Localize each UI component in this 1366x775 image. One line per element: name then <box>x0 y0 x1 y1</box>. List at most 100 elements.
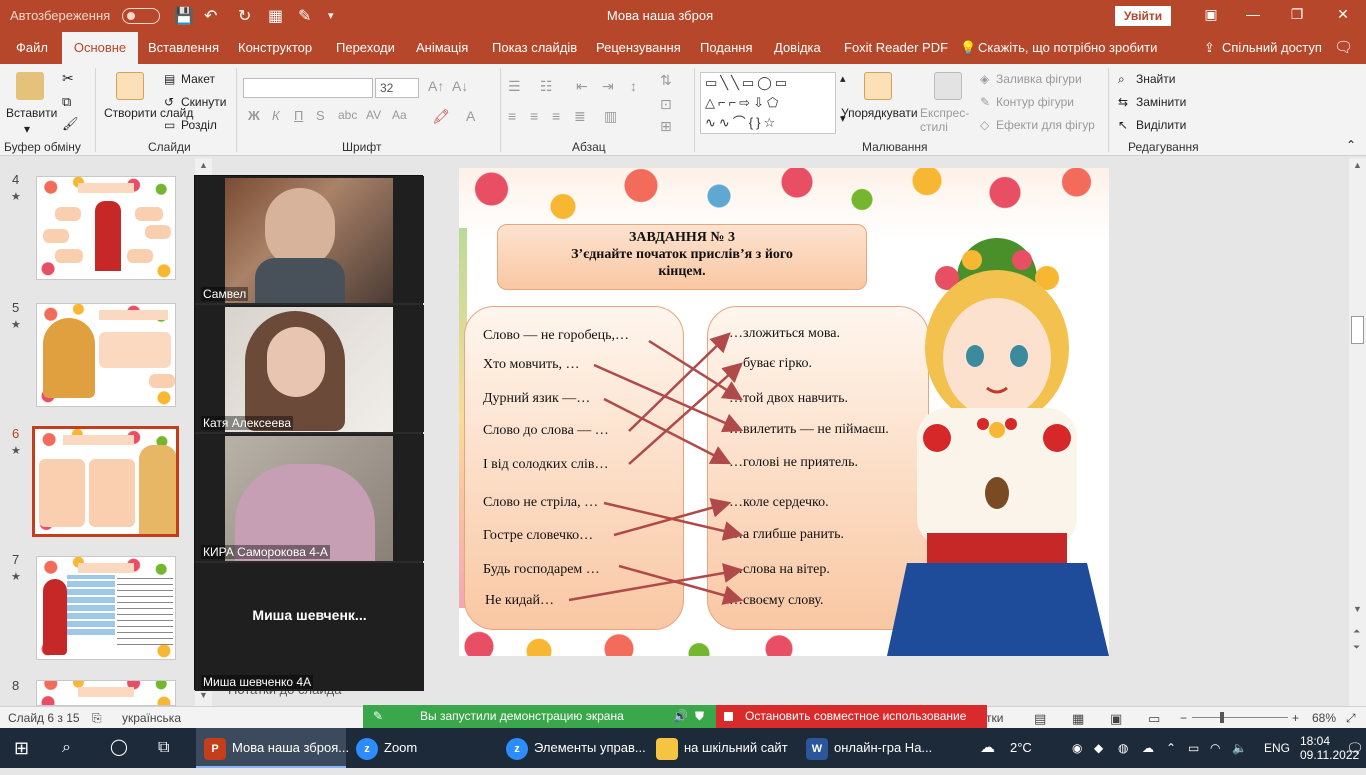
participant-tile-3[interactable]: КИРА Саморокова 4-А <box>195 434 424 561</box>
tab-insert[interactable]: Вставлення <box>144 32 223 64</box>
scroll-down-icon[interactable]: ▼ <box>1353 604 1362 614</box>
taskbar-word[interactable]: Wонлайн-гра На... <box>800 728 932 768</box>
scroll-down-icon[interactable]: ▼ <box>199 690 208 700</box>
autosave-toggle[interactable] <box>122 8 160 24</box>
shape-fill-icon[interactable]: ◈ <box>980 72 989 86</box>
network-icon[interactable]: ▭ <box>1188 728 1199 768</box>
quick-styles-button[interactable]: Експрес-стилі <box>920 106 978 134</box>
arrange-button[interactable]: Упорядкувати <box>841 106 918 120</box>
cut-icon[interactable]: ✂ <box>62 70 74 87</box>
line-spacing-icon[interactable]: ↕ <box>630 78 637 94</box>
windows-start-icon[interactable]: ⊞ <box>14 728 29 768</box>
smartart-icon[interactable]: ⊞ <box>660 118 672 135</box>
tray-icon-green[interactable]: ◍ <box>1118 728 1128 768</box>
tray-icon-red[interactable]: ◆ <box>1094 728 1103 768</box>
align-right-icon[interactable]: ≡ <box>552 108 560 124</box>
weather-icon[interactable]: ☁ <box>980 728 995 768</box>
arrange-icon[interactable] <box>864 72 892 100</box>
input-language[interactable]: ENG <box>1264 728 1290 768</box>
italic-button[interactable]: К <box>272 108 280 123</box>
slide-thumb-8[interactable] <box>36 680 176 706</box>
tab-file[interactable]: Файл <box>12 32 52 64</box>
search-icon[interactable]: ⌕ <box>62 728 71 768</box>
wifi-icon[interactable]: ◠ <box>1210 728 1220 768</box>
tab-view[interactable]: Подання <box>696 32 757 64</box>
font-color-icon[interactable]: A <box>466 108 475 124</box>
next-slide-icon[interactable]: ⏷ <box>1353 642 1360 653</box>
zoom-in-icon[interactable]: + <box>1292 711 1299 725</box>
participant-tile-2[interactable]: Катя Алексеева <box>195 305 424 432</box>
onedrive-icon[interactable]: ☁ <box>1142 728 1154 768</box>
shadow-button[interactable]: S <box>316 108 325 123</box>
highlight-icon[interactable]: 🖍 <box>432 108 450 125</box>
new-slide-button[interactable]: Створити слайд <box>104 106 193 120</box>
prev-slide-icon[interactable]: ⏶ <box>1353 626 1360 637</box>
share-pin-icon[interactable]: ✎ <box>373 705 383 728</box>
minimize-icon[interactable]: — <box>1238 6 1268 22</box>
find-icon[interactable]: ⌕ <box>1118 72 1125 87</box>
shape-effects-button[interactable]: Ефекти для фігур <box>996 118 1095 132</box>
replace-button[interactable]: Замінити <box>1136 95 1186 109</box>
justify-icon[interactable]: ≣ <box>574 108 586 125</box>
close-icon[interactable]: ✕ <box>1328 6 1358 23</box>
slide-thumb-7[interactable] <box>36 556 176 660</box>
shapes-scroll-up-icon[interactable]: ▴ <box>840 72 846 85</box>
reset-icon[interactable]: ↺ <box>164 95 174 109</box>
shape-outline-icon[interactable]: ✎ <box>980 95 990 109</box>
audio-icon[interactable]: 🔊 <box>673 705 688 728</box>
taskbar-folder[interactable]: на шкільний сайт <box>650 728 788 768</box>
participant-tile-1[interactable]: Самвел <box>195 176 424 303</box>
tab-review[interactable]: Рецензування <box>592 32 685 64</box>
language-status[interactable]: українська <box>122 711 181 725</box>
replace-icon[interactable]: ⇆ <box>1118 95 1128 109</box>
select-button[interactable]: Виділити <box>1136 118 1186 132</box>
tab-transitions[interactable]: Переходи <box>332 32 399 64</box>
font-grow-icon[interactable]: A↑ <box>428 78 444 94</box>
restore-icon[interactable]: ❐ <box>1282 6 1312 23</box>
quick-styles-icon[interactable] <box>934 72 962 100</box>
current-slide[interactable]: ЗАВДАННЯ № 3 З’єднайте початок прислів’я… <box>459 168 1109 656</box>
text-direction-icon[interactable]: ⇅ <box>660 72 672 89</box>
copy-icon[interactable]: ⧉ <box>62 94 71 110</box>
numbering-icon[interactable]: ☷ <box>540 78 553 95</box>
redo-icon[interactable]: ↻ <box>238 6 251 26</box>
char-spacing-icon[interactable]: AV <box>366 108 381 122</box>
save-icon[interactable]: 💾 <box>174 6 194 26</box>
tell-me-search[interactable]: Скажіть, що потрібно зробити <box>974 32 1161 64</box>
align-text-icon[interactable]: ⊡ <box>660 96 672 113</box>
zoom-slider[interactable] <box>1192 717 1288 718</box>
customize-qa-icon[interactable]: ▾ <box>328 9 334 22</box>
show-hidden-icons[interactable]: ⌃ <box>1166 728 1176 768</box>
tab-foxit[interactable]: Foxit Reader PDF <box>840 32 952 64</box>
layout-button[interactable]: Макет <box>181 72 215 86</box>
section-button[interactable]: Розділ <box>181 118 217 132</box>
reset-button[interactable]: Скинути <box>181 95 226 109</box>
font-size-input[interactable]: 32 <box>375 78 419 98</box>
shape-effects-icon[interactable]: ◇ <box>980 118 989 132</box>
font-shrink-icon[interactable]: A↓ <box>452 78 468 94</box>
zoom-tray-icon[interactable]: ◉ <box>1072 728 1082 768</box>
ribbon-display-icon[interactable]: ▣ <box>1196 6 1226 23</box>
tab-animations[interactable]: Анімація <box>412 32 472 64</box>
undo-icon[interactable]: ↶ <box>204 6 217 26</box>
notifications-icon[interactable]: 🗨 <box>1346 728 1364 768</box>
share-icon[interactable]: ⇪ <box>1200 32 1219 64</box>
layout-icon[interactable]: ▤ <box>164 72 175 86</box>
stop-share-button[interactable]: Остановить совместное использование <box>716 705 987 728</box>
bullets-icon[interactable]: ☰ <box>508 78 521 95</box>
scroll-up-icon[interactable]: ▲ <box>199 160 208 170</box>
font-name-input[interactable] <box>243 78 373 98</box>
paste-dropdown-icon[interactable]: ▾ <box>24 122 30 136</box>
cortana-icon[interactable]: ◯ <box>110 728 128 768</box>
select-icon[interactable]: ↖ <box>1118 118 1128 132</box>
share-button[interactable]: Спільний доступ <box>1218 32 1326 64</box>
taskbar-zoom[interactable]: z Zoom <box>350 728 417 768</box>
slideshow-view-icon[interactable]: ▭ <box>1148 711 1160 727</box>
scroll-thumb[interactable] <box>1351 316 1364 344</box>
align-left-icon[interactable]: ≡ <box>508 108 516 124</box>
slide-sorter-icon[interactable]: ▦ <box>1072 711 1084 727</box>
format-painter-icon[interactable]: ✎ <box>298 6 311 26</box>
notes-button[interactable]: тки <box>986 711 1003 725</box>
security-shield-icon[interactable]: ⛊ <box>695 705 704 728</box>
underline-button[interactable]: П <box>294 108 303 123</box>
